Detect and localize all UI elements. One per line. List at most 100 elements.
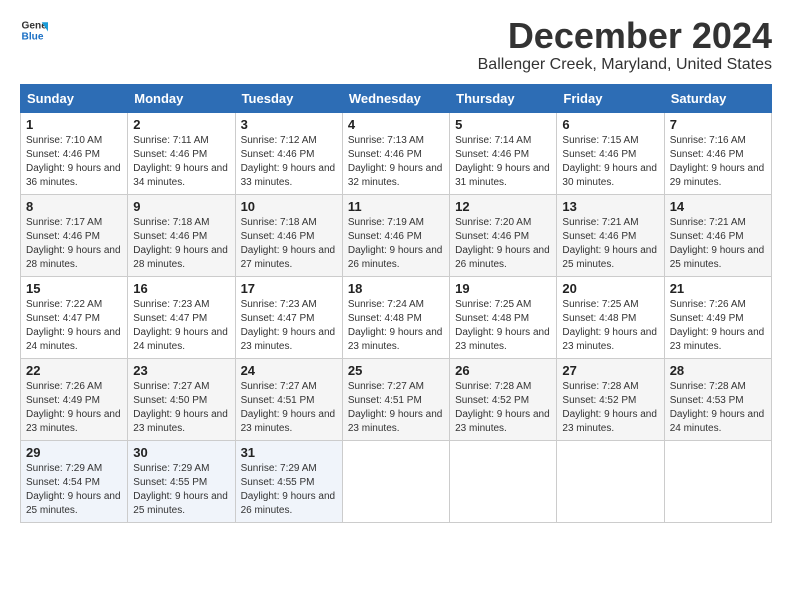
table-cell: 26 Sunrise: 7:28 AM Sunset: 4:52 PM Dayl… <box>450 358 557 440</box>
day-number: 16 <box>133 281 229 296</box>
day-number: 31 <box>241 445 337 460</box>
day-number: 24 <box>241 363 337 378</box>
day-number: 14 <box>670 199 766 214</box>
day-info: Sunrise: 7:23 AM Sunset: 4:47 PM Dayligh… <box>133 298 229 354</box>
day-number: 3 <box>241 117 337 132</box>
day-number: 22 <box>26 363 122 378</box>
day-number: 5 <box>455 117 551 132</box>
table-cell: 30 Sunrise: 7:29 AM Sunset: 4:55 PM Dayl… <box>128 440 235 522</box>
day-number: 1 <box>26 117 122 132</box>
day-number: 10 <box>241 199 337 214</box>
day-info: Sunrise: 7:10 AM Sunset: 4:46 PM Dayligh… <box>26 134 122 190</box>
day-info: Sunrise: 7:21 AM Sunset: 4:46 PM Dayligh… <box>670 216 766 272</box>
table-row: 15 Sunrise: 7:22 AM Sunset: 4:47 PM Dayl… <box>21 276 772 358</box>
day-number: 28 <box>670 363 766 378</box>
day-info: Sunrise: 7:13 AM Sunset: 4:46 PM Dayligh… <box>348 134 444 190</box>
table-row: 29 Sunrise: 7:29 AM Sunset: 4:54 PM Dayl… <box>21 440 772 522</box>
table-cell: 24 Sunrise: 7:27 AM Sunset: 4:51 PM Dayl… <box>235 358 342 440</box>
day-number: 18 <box>348 281 444 296</box>
table-cell: 11 Sunrise: 7:19 AM Sunset: 4:46 PM Dayl… <box>342 194 449 276</box>
day-info: Sunrise: 7:22 AM Sunset: 4:47 PM Dayligh… <box>26 298 122 354</box>
table-cell <box>557 440 664 522</box>
table-cell: 28 Sunrise: 7:28 AM Sunset: 4:53 PM Dayl… <box>664 358 771 440</box>
table-row: 8 Sunrise: 7:17 AM Sunset: 4:46 PM Dayli… <box>21 194 772 276</box>
day-number: 29 <box>26 445 122 460</box>
table-cell: 31 Sunrise: 7:29 AM Sunset: 4:55 PM Dayl… <box>235 440 342 522</box>
col-saturday: Saturday <box>664 84 771 112</box>
day-info: Sunrise: 7:18 AM Sunset: 4:46 PM Dayligh… <box>241 216 337 272</box>
day-info: Sunrise: 7:28 AM Sunset: 4:52 PM Dayligh… <box>455 380 551 436</box>
table-cell: 15 Sunrise: 7:22 AM Sunset: 4:47 PM Dayl… <box>21 276 128 358</box>
day-number: 2 <box>133 117 229 132</box>
table-cell: 22 Sunrise: 7:26 AM Sunset: 4:49 PM Dayl… <box>21 358 128 440</box>
svg-text:General: General <box>22 20 48 31</box>
day-info: Sunrise: 7:14 AM Sunset: 4:46 PM Dayligh… <box>455 134 551 190</box>
day-info: Sunrise: 7:26 AM Sunset: 4:49 PM Dayligh… <box>26 380 122 436</box>
table-cell <box>342 440 449 522</box>
table-cell: 7 Sunrise: 7:16 AM Sunset: 4:46 PM Dayli… <box>664 112 771 194</box>
col-tuesday: Tuesday <box>235 84 342 112</box>
day-info: Sunrise: 7:24 AM Sunset: 4:48 PM Dayligh… <box>348 298 444 354</box>
title-area: December 2024 Ballenger Creek, Maryland,… <box>478 16 772 74</box>
table-cell: 6 Sunrise: 7:15 AM Sunset: 4:46 PM Dayli… <box>557 112 664 194</box>
day-info: Sunrise: 7:29 AM Sunset: 4:54 PM Dayligh… <box>26 462 122 518</box>
day-info: Sunrise: 7:27 AM Sunset: 4:51 PM Dayligh… <box>348 380 444 436</box>
table-cell: 5 Sunrise: 7:14 AM Sunset: 4:46 PM Dayli… <box>450 112 557 194</box>
table-cell <box>450 440 557 522</box>
day-info: Sunrise: 7:20 AM Sunset: 4:46 PM Dayligh… <box>455 216 551 272</box>
table-cell: 25 Sunrise: 7:27 AM Sunset: 4:51 PM Dayl… <box>342 358 449 440</box>
col-thursday: Thursday <box>450 84 557 112</box>
day-info: Sunrise: 7:25 AM Sunset: 4:48 PM Dayligh… <box>562 298 658 354</box>
table-cell: 27 Sunrise: 7:28 AM Sunset: 4:52 PM Dayl… <box>557 358 664 440</box>
col-monday: Monday <box>128 84 235 112</box>
day-number: 7 <box>670 117 766 132</box>
table-cell: 3 Sunrise: 7:12 AM Sunset: 4:46 PM Dayli… <box>235 112 342 194</box>
table-cell: 13 Sunrise: 7:21 AM Sunset: 4:46 PM Dayl… <box>557 194 664 276</box>
day-info: Sunrise: 7:21 AM Sunset: 4:46 PM Dayligh… <box>562 216 658 272</box>
table-cell: 29 Sunrise: 7:29 AM Sunset: 4:54 PM Dayl… <box>21 440 128 522</box>
header: General Blue December 2024 Ballenger Cre… <box>20 16 772 74</box>
day-info: Sunrise: 7:18 AM Sunset: 4:46 PM Dayligh… <box>133 216 229 272</box>
table-cell: 4 Sunrise: 7:13 AM Sunset: 4:46 PM Dayli… <box>342 112 449 194</box>
table-row: 1 Sunrise: 7:10 AM Sunset: 4:46 PM Dayli… <box>21 112 772 194</box>
day-info: Sunrise: 7:11 AM Sunset: 4:46 PM Dayligh… <box>133 134 229 190</box>
table-cell: 20 Sunrise: 7:25 AM Sunset: 4:48 PM Dayl… <box>557 276 664 358</box>
day-number: 13 <box>562 199 658 214</box>
day-number: 15 <box>26 281 122 296</box>
day-number: 21 <box>670 281 766 296</box>
table-cell: 16 Sunrise: 7:23 AM Sunset: 4:47 PM Dayl… <box>128 276 235 358</box>
col-wednesday: Wednesday <box>342 84 449 112</box>
table-cell: 17 Sunrise: 7:23 AM Sunset: 4:47 PM Dayl… <box>235 276 342 358</box>
day-info: Sunrise: 7:25 AM Sunset: 4:48 PM Dayligh… <box>455 298 551 354</box>
svg-text:Blue: Blue <box>22 31 44 42</box>
logo: General Blue <box>20 16 48 44</box>
header-row: Sunday Monday Tuesday Wednesday Thursday… <box>21 84 772 112</box>
day-number: 17 <box>241 281 337 296</box>
day-number: 8 <box>26 199 122 214</box>
main-title: December 2024 <box>478 16 772 56</box>
subtitle: Ballenger Creek, Maryland, United States <box>478 56 772 74</box>
table-row: 22 Sunrise: 7:26 AM Sunset: 4:49 PM Dayl… <box>21 358 772 440</box>
day-info: Sunrise: 7:16 AM Sunset: 4:46 PM Dayligh… <box>670 134 766 190</box>
day-number: 12 <box>455 199 551 214</box>
day-info: Sunrise: 7:17 AM Sunset: 4:46 PM Dayligh… <box>26 216 122 272</box>
day-info: Sunrise: 7:27 AM Sunset: 4:50 PM Dayligh… <box>133 380 229 436</box>
day-number: 23 <box>133 363 229 378</box>
day-info: Sunrise: 7:23 AM Sunset: 4:47 PM Dayligh… <box>241 298 337 354</box>
calendar-table: Sunday Monday Tuesday Wednesday Thursday… <box>20 84 772 523</box>
logo-icon: General Blue <box>20 16 48 44</box>
table-cell: 10 Sunrise: 7:18 AM Sunset: 4:46 PM Dayl… <box>235 194 342 276</box>
table-cell: 18 Sunrise: 7:24 AM Sunset: 4:48 PM Dayl… <box>342 276 449 358</box>
day-number: 26 <box>455 363 551 378</box>
day-number: 19 <box>455 281 551 296</box>
table-cell: 12 Sunrise: 7:20 AM Sunset: 4:46 PM Dayl… <box>450 194 557 276</box>
day-info: Sunrise: 7:29 AM Sunset: 4:55 PM Dayligh… <box>241 462 337 518</box>
day-number: 27 <box>562 363 658 378</box>
table-cell: 9 Sunrise: 7:18 AM Sunset: 4:46 PM Dayli… <box>128 194 235 276</box>
day-number: 6 <box>562 117 658 132</box>
day-info: Sunrise: 7:15 AM Sunset: 4:46 PM Dayligh… <box>562 134 658 190</box>
day-number: 11 <box>348 199 444 214</box>
table-cell: 1 Sunrise: 7:10 AM Sunset: 4:46 PM Dayli… <box>21 112 128 194</box>
day-info: Sunrise: 7:28 AM Sunset: 4:52 PM Dayligh… <box>562 380 658 436</box>
col-friday: Friday <box>557 84 664 112</box>
